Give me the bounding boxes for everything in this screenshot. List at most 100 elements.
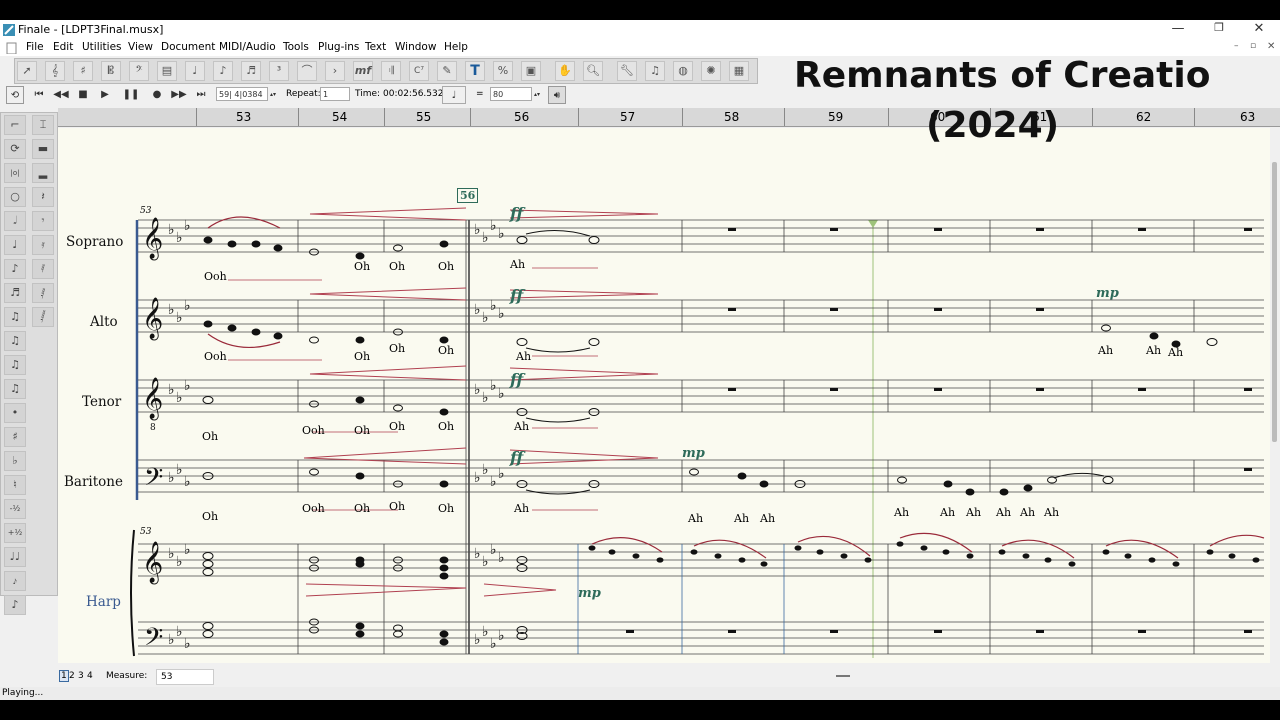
note-128-icon[interactable]: ♫ [4,355,26,375]
quarter-note-icon[interactable]: ♩ [4,235,26,255]
counter-spinner-icon[interactable]: ▴▾ [268,86,278,104]
mirror-tool-icon[interactable]: ♫ [645,61,665,81]
measure-tool-icon[interactable]: ▤ [157,61,177,81]
speaker-icon[interactable]: 🔊︎ [548,86,566,104]
text-tool-icon[interactable]: T [465,61,485,81]
dynamic-marking[interactable]: mp [682,446,705,461]
menu-text[interactable]: Text [365,41,386,53]
menu-document[interactable]: Document [161,41,215,53]
doc-minimize-icon[interactable]: – [1234,41,1239,51]
utilities-tool-icon[interactable]: 🔧︎ [617,61,637,81]
flat-icon[interactable]: ♭ [4,451,26,471]
staff-name-harp[interactable]: Harp [86,594,121,610]
lyric[interactable]: Ah [940,506,955,519]
lyric[interactable]: Ah [1020,506,1035,519]
clef-tool-icon[interactable]: 𝄡 [101,61,121,81]
note-32-icon[interactable]: ♫ [4,307,26,327]
measure-input[interactable]: 53 [156,669,214,685]
lyric[interactable]: Ooh [204,270,227,283]
lyric[interactable]: Ah [1044,506,1059,519]
chord-tool-icon[interactable]: C⁷ [409,61,429,81]
lyric[interactable]: Oh [354,260,370,273]
lyric[interactable]: Oh [438,260,454,273]
tempo-input[interactable]: 80 [490,87,532,101]
repeat-tool-icon[interactable]: 𝄇 [381,61,401,81]
lyric[interactable]: Ah [894,506,909,519]
articulation-tool-icon[interactable]: › [325,61,345,81]
lyric[interactable]: Ooh [204,350,227,363]
sixteenth-rest-icon[interactable]: 𝄿 [32,235,54,255]
tenor-staff[interactable] [138,379,1264,413]
alto-staff[interactable] [138,299,1264,333]
grace-note-icon[interactable]: 𝆔 [4,571,26,591]
lyric[interactable]: Ah [760,512,775,525]
forward-to-end-icon[interactable]: ⏭ [192,86,210,104]
selection-tool-icon[interactable]: ➚ [17,61,37,81]
rest-128-icon[interactable]: 𝅂 [32,307,54,327]
mixer-tool-icon[interactable]: ✺ [701,61,721,81]
lyric[interactable]: Oh [354,424,370,437]
note-256-icon[interactable]: ♫ [4,379,26,399]
lyric[interactable]: Oh [438,344,454,357]
dynamic-marking[interactable]: mp [1096,286,1119,301]
lyric[interactable]: Ooh [302,502,325,515]
smart-shape-icon[interactable]: ⌒ [297,61,317,81]
harp-bass-staff[interactable] [138,621,1264,655]
scrollbar-thumb[interactable] [1272,162,1277,442]
whole-rest-icon[interactable]: ▂ [32,163,54,183]
lyric[interactable]: Ah [688,512,703,525]
menu-utilities[interactable]: Utilities [82,41,122,53]
restore-icon[interactable]: ❐ [1205,21,1233,34]
menu-help[interactable]: Help [444,41,468,53]
staff-tool-icon[interactable]: 𝄞 [45,61,65,81]
page-2-button[interactable]: 2 [69,671,75,681]
rest-32-icon[interactable]: 𝅀 [32,259,54,279]
lyric[interactable]: Oh [438,502,454,515]
breve-icon[interactable]: |o| [4,163,26,183]
baritone-staff[interactable] [138,459,1264,493]
lyric[interactable]: Oh [354,502,370,515]
dynamic-marking[interactable]: mp [578,586,601,601]
dynamic-marking[interactable]: ff [510,370,523,389]
lyric[interactable]: Oh [389,500,405,513]
horizontal-scroll-handle[interactable] [836,675,850,677]
doc-close-icon[interactable]: ✕ [1267,41,1275,52]
lyric[interactable]: Ah [734,512,749,525]
lyric[interactable]: Oh [354,350,370,363]
tempo-spinner-icon[interactable]: ▴▾ [532,86,542,104]
natural-icon[interactable]: ♮ [4,475,26,495]
staff-name-baritone[interactable]: Baritone [64,474,123,490]
lyric[interactable]: Ah [996,506,1011,519]
play-icon[interactable]: ▶ [96,86,114,104]
close-icon[interactable]: ✕ [1245,21,1273,36]
pause-icon[interactable]: ❚❚ [122,86,140,104]
lyric[interactable]: Ah [514,420,529,433]
lyric[interactable]: Ooh [302,424,325,437]
zoom-tool-icon[interactable]: 🔍︎ [583,61,603,81]
lyric[interactable]: Ah [1098,344,1113,357]
quarter-rest-icon[interactable]: 𝄽 [32,187,54,207]
expression-tool-icon[interactable]: mf [353,61,373,81]
measure-counter[interactable]: 59| 4|0384 [216,87,268,101]
hand-grabber-icon[interactable]: ✋ [555,61,575,81]
doc-restore-icon[interactable]: ▫ [1250,41,1256,51]
measure-ruler[interactable]: 53 54 55 56 57 58 59 60 61 62 63 [58,108,1280,127]
lyric[interactable]: Oh [389,342,405,355]
lyric[interactable]: Oh [389,420,405,433]
hyperscribe-icon[interactable]: ♬ [241,61,261,81]
sharp-icon[interactable]: ♯ [4,427,26,447]
bass-clef-tool-icon[interactable]: 𝄢 [129,61,149,81]
key-tool-icon[interactable]: ♯ [73,61,93,81]
half-note-icon[interactable]: 𝅗𝅥 [4,211,26,231]
vertical-scrollbar[interactable] [1270,128,1280,663]
lyrics-tool-icon[interactable]: ✎ [437,61,457,81]
eighth-note-icon[interactable]: ♪ [4,259,26,279]
dynamic-marking[interactable]: ff [510,204,523,223]
whole-note-icon[interactable]: ○ [4,187,26,207]
lyric[interactable]: Oh [202,430,218,443]
minimize-icon[interactable]: — [1164,21,1192,36]
harp-treble-staff[interactable] [138,543,1264,577]
half-step-down-icon[interactable]: -½ [4,499,26,519]
repeat-input[interactable]: 1 [320,87,350,101]
tuplet-icon[interactable]: ♪ [4,595,26,615]
